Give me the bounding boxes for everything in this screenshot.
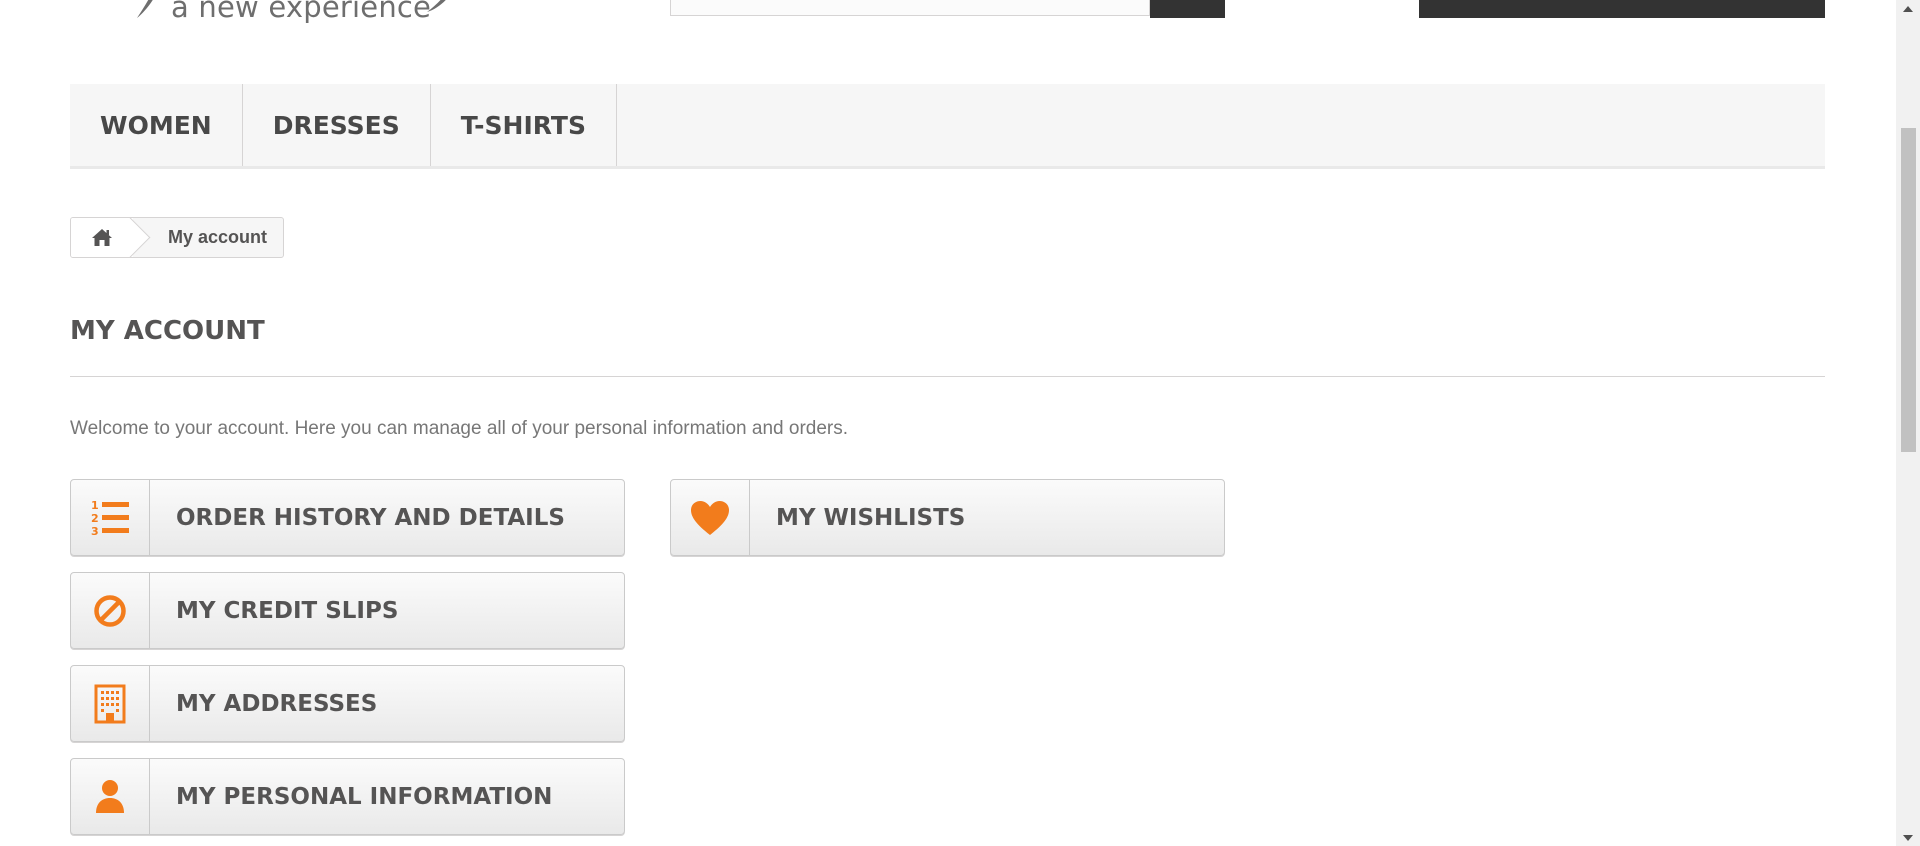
ban-icon — [94, 594, 126, 627]
svg-text:2: 2 — [91, 512, 99, 525]
logo-swoosh-left — [137, 0, 153, 18]
personal-information-button[interactable]: My personal information — [70, 758, 625, 835]
order-history-button[interactable]: 1 2 3 Order history and details — [70, 479, 625, 556]
vertical-scrollbar[interactable] — [1896, 0, 1920, 846]
addresses-label: My addresses — [176, 690, 378, 717]
breadcrumb-current: My account — [168, 227, 268, 247]
breadcrumb: My account — [70, 217, 284, 258]
menu-item-women[interactable]: Women — [70, 84, 243, 166]
triangle-up-icon — [1903, 5, 1913, 12]
scroll-down-arrow[interactable] — [1896, 829, 1920, 846]
wishlists-button[interactable]: My wishlists — [670, 479, 1225, 556]
home-icon — [92, 229, 112, 246]
page: a new experience Women Dresses T-shirts … — [0, 0, 1920, 846]
svg-text:1: 1 — [91, 499, 99, 512]
ordered-list-icon: 1 2 3 — [91, 499, 129, 538]
triangle-down-icon — [1903, 834, 1913, 841]
heart-icon — [691, 500, 729, 535]
credit-slips-label: My credit slips — [176, 597, 399, 624]
scroll-up-arrow[interactable] — [1896, 0, 1920, 17]
page-title: My account — [70, 316, 1825, 377]
search-input[interactable] — [670, 0, 1150, 16]
menu-item-dresses[interactable]: Dresses — [243, 84, 431, 166]
scroll-thumb[interactable] — [1901, 128, 1916, 452]
logo-tagline[interactable]: a new experience — [171, 0, 431, 24]
account-info-text: Welcome to your account. Here you can ma… — [70, 418, 849, 439]
personal-information-label: My personal information — [176, 783, 553, 810]
credit-slips-button[interactable]: My credit slips — [70, 572, 625, 649]
logo-swoosh-right — [427, 0, 446, 12]
search-button[interactable] — [1150, 0, 1225, 18]
menu-item-t-shirts[interactable]: T-shirts — [431, 84, 617, 166]
building-icon — [94, 684, 126, 723]
cart-button[interactable] — [1419, 0, 1825, 18]
wishlists-label: My wishlists — [776, 504, 966, 531]
user-icon — [96, 779, 124, 813]
breadcrumb-home-link[interactable] — [71, 218, 133, 257]
top-menu: Women Dresses T-shirts — [70, 84, 1825, 169]
addresses-button[interactable]: My addresses — [70, 665, 625, 742]
svg-text:3: 3 — [91, 525, 99, 538]
order-history-label: Order history and details — [176, 504, 565, 531]
